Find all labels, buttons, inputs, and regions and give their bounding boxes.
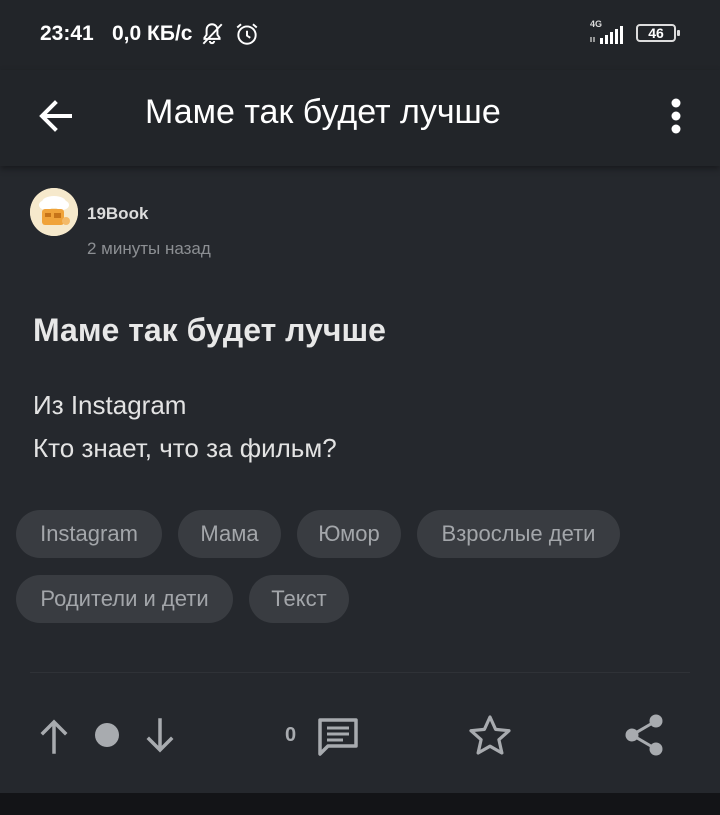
status-net-speed: 0,0 КБ/с	[112, 22, 193, 45]
arrow-left-icon[interactable]	[28, 88, 84, 144]
status-bar: 23:41 0,0 КБ/с 4G 46	[0, 0, 720, 70]
comment-count: 0	[285, 724, 297, 746]
post-actions: 0	[0, 700, 720, 770]
system-nav-bar	[0, 793, 720, 815]
tag-chip[interactable]: Instagram	[16, 510, 162, 558]
post-body-line: Кто знает, что за фильм?	[33, 433, 337, 463]
divider	[30, 672, 690, 673]
tag-chip[interactable]: Мама	[178, 510, 281, 558]
bell-off-icon	[202, 23, 223, 45]
app-bar: Маме так будет лучше	[0, 70, 720, 166]
comment-icon[interactable]	[316, 716, 360, 758]
more-vertical-icon[interactable]	[656, 88, 696, 144]
author-name[interactable]: 19Book	[87, 204, 148, 224]
rating-dot-icon	[95, 723, 119, 747]
page-title: Маме так будет лучше	[145, 93, 501, 131]
avatar-image	[30, 188, 78, 236]
arrow-down-icon[interactable]	[144, 718, 176, 754]
post-body: Из Instagram Кто знает, что за фильм?	[33, 384, 337, 470]
tag-chip[interactable]: Родители и дети	[16, 575, 233, 623]
alarm-icon	[236, 23, 258, 45]
tag-chip[interactable]: Юмор	[297, 510, 401, 558]
avatar[interactable]	[30, 188, 78, 236]
post-body-line: Из Instagram	[33, 390, 187, 420]
tag-chip[interactable]: Текст	[249, 575, 349, 623]
status-time: 23:41	[40, 22, 94, 45]
post-time: 2 минуты назад	[87, 239, 211, 258]
share-icon[interactable]	[622, 712, 666, 758]
battery-icon: 46	[636, 24, 680, 42]
tag-chip[interactable]: Взрослые дети	[417, 510, 620, 558]
star-icon[interactable]	[467, 713, 513, 757]
battery-level: 46	[648, 25, 664, 41]
signal-icon	[590, 26, 623, 44]
post-title: Маме так будет лучше	[33, 312, 386, 348]
arrow-up-icon[interactable]	[38, 718, 70, 754]
